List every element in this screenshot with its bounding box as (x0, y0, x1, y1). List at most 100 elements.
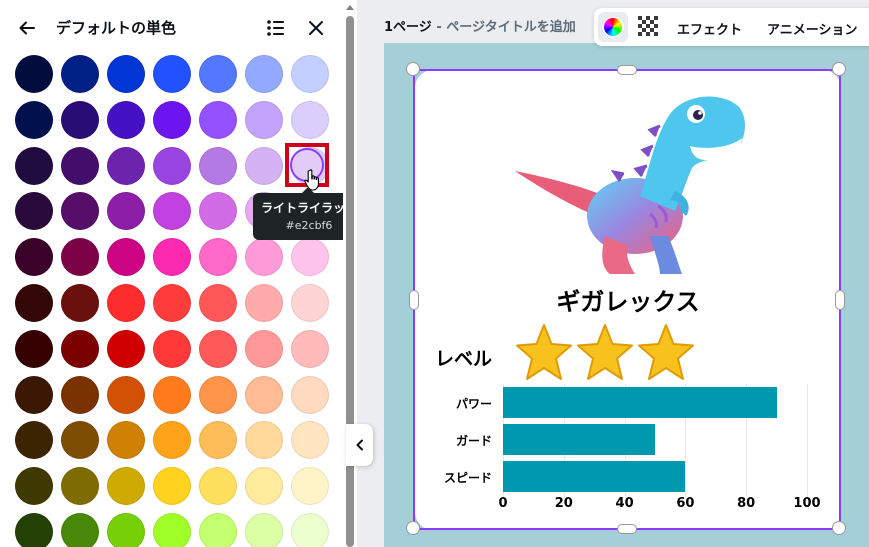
effects-button[interactable]: エフェクト (677, 19, 742, 38)
color-swatch[interactable] (291, 467, 329, 506)
color-swatch[interactable] (245, 100, 283, 139)
color-swatch[interactable] (61, 467, 99, 506)
color-swatch[interactable] (107, 55, 145, 93)
color-swatch[interactable] (107, 421, 145, 460)
color-swatch[interactable] (15, 467, 53, 506)
color-swatch[interactable] (61, 100, 99, 139)
color-swatch[interactable] (291, 512, 329, 547)
color-swatch[interactable] (153, 421, 191, 460)
color-swatch[interactable] (199, 192, 237, 231)
color-swatch[interactable] (15, 421, 53, 460)
list-icon (267, 20, 284, 36)
color-swatch[interactable] (15, 238, 53, 277)
swatch-row (15, 512, 335, 547)
color-swatch[interactable] (199, 329, 237, 368)
swatch-grid (15, 55, 335, 547)
animation-button[interactable]: アニメーション (767, 19, 857, 38)
color-swatch[interactable] (107, 100, 145, 139)
color-swatch[interactable] (15, 100, 53, 139)
color-swatch[interactable] (291, 283, 329, 322)
color-swatch[interactable] (291, 329, 329, 368)
color-swatch[interactable] (61, 329, 99, 368)
color-swatch[interactable] (291, 55, 329, 93)
stat-bar (503, 387, 777, 418)
page-title-bar[interactable]: 1ページ - ページタイトルを追加 (384, 16, 576, 35)
scrollbar-thumb[interactable] (346, 16, 354, 547)
color-swatch[interactable] (61, 375, 99, 414)
color-swatch[interactable] (199, 375, 237, 414)
color-swatch[interactable] (15, 55, 53, 93)
color-swatch[interactable] (199, 512, 237, 547)
color-swatch[interactable] (153, 55, 191, 93)
swatch-row (15, 467, 335, 513)
color-swatch[interactable] (245, 283, 283, 322)
page-title-input[interactable]: ページタイトルを追加 (446, 20, 575, 35)
color-swatch[interactable] (245, 146, 283, 185)
color-swatch[interactable] (153, 512, 191, 547)
swatch-row (15, 375, 335, 422)
color-swatch[interactable] (107, 467, 145, 506)
color-swatch[interactable] (291, 375, 329, 414)
color-swatch[interactable] (291, 421, 329, 460)
swatch-row (15, 100, 335, 147)
color-swatch[interactable] (15, 329, 53, 368)
color-swatch[interactable] (199, 421, 237, 460)
color-swatch[interactable] (61, 146, 99, 185)
color-swatch[interactable] (107, 238, 145, 277)
close-button[interactable] (302, 14, 330, 42)
swatch-row (15, 238, 335, 284)
color-swatch[interactable] (245, 238, 283, 277)
color-swatch[interactable] (153, 375, 191, 414)
color-swatch[interactable] (107, 512, 145, 547)
color-swatch[interactable] (245, 329, 283, 368)
panel-title: デフォルトの単色 (56, 19, 177, 37)
color-swatch[interactable] (245, 421, 283, 460)
color-swatch[interactable] (61, 192, 99, 231)
color-swatch[interactable] (15, 375, 53, 414)
color-swatch[interactable] (61, 238, 99, 277)
color-swatch[interactable] (199, 146, 237, 185)
color-swatch[interactable] (107, 146, 145, 185)
color-swatch[interactable] (245, 375, 283, 414)
color-swatch[interactable] (107, 329, 145, 368)
color-swatch[interactable] (15, 283, 53, 322)
swatch-row (15, 283, 335, 330)
color-swatch[interactable] (245, 512, 283, 547)
category-label: ガード (455, 434, 492, 448)
back-button[interactable] (13, 14, 41, 42)
transparency-icon[interactable] (638, 16, 660, 38)
color-swatch[interactable] (153, 329, 191, 368)
color-swatch[interactable] (153, 100, 191, 139)
color-swatch[interactable] (199, 283, 237, 322)
color-swatch[interactable] (245, 55, 283, 93)
color-button[interactable] (598, 12, 628, 42)
color-swatch[interactable] (107, 283, 145, 322)
color-swatch[interactable] (107, 375, 145, 414)
color-swatch[interactable] (153, 192, 191, 231)
color-swatch[interactable] (15, 192, 53, 231)
color-swatch[interactable] (199, 55, 237, 93)
color-swatch[interactable] (199, 238, 237, 277)
dino-card[interactable]: ギガレックス レベル 0 20 40 60 80 100 パワー ガード スピード (415, 70, 841, 530)
color-swatch[interactable] (61, 421, 99, 460)
list-view-button[interactable] (262, 14, 290, 42)
color-swatch[interactable] (153, 238, 191, 277)
color-swatch[interactable] (15, 512, 53, 547)
color-swatch[interactable] (61, 283, 99, 322)
x-tick-label: 80 (737, 496, 756, 511)
color-swatch[interactable] (153, 467, 191, 506)
color-swatch[interactable] (245, 467, 283, 506)
scroll-up-arrow-icon[interactable] (346, 5, 354, 10)
color-swatch[interactable] (61, 55, 99, 93)
color-swatch[interactable] (291, 100, 329, 139)
color-swatch[interactable] (153, 146, 191, 185)
color-swatch[interactable] (199, 100, 237, 139)
color-swatch[interactable] (291, 238, 329, 277)
page-separator: - (431, 20, 447, 35)
collapse-panel-button[interactable] (346, 424, 373, 466)
color-swatch[interactable] (15, 146, 53, 185)
color-swatch[interactable] (61, 512, 99, 547)
color-swatch[interactable] (153, 283, 191, 322)
color-swatch[interactable] (107, 192, 145, 231)
color-swatch[interactable] (199, 467, 237, 506)
